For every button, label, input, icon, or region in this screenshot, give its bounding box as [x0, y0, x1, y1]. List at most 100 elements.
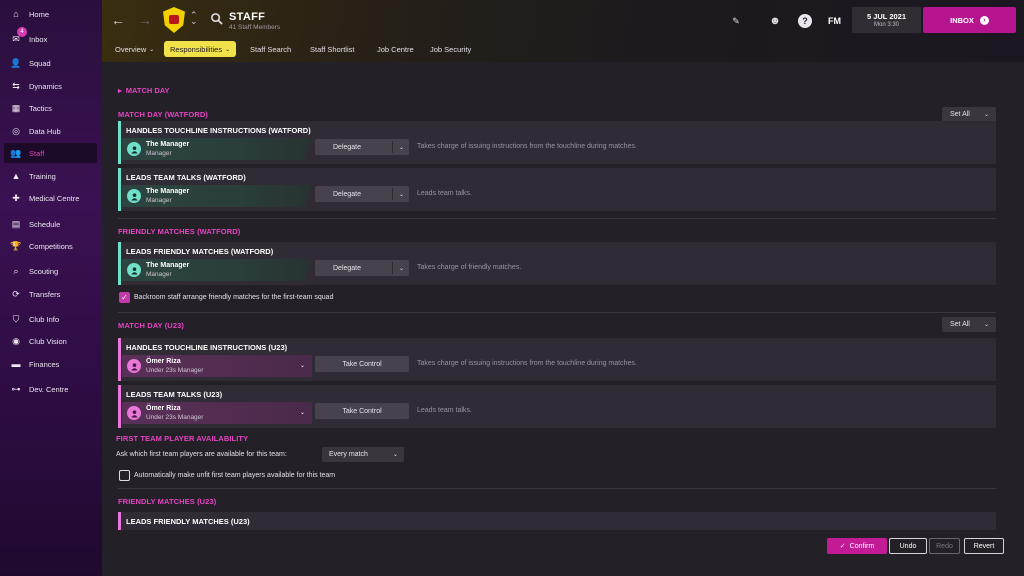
nav-item-dev-centre[interactable]: ⊶ Dev. Centre	[4, 379, 97, 399]
redo-button[interactable]: Redo	[929, 538, 960, 554]
arrow-right-icon: ›	[979, 15, 989, 25]
dropdown-label: Delegate	[333, 264, 362, 272]
squad-icon: 👤	[10, 57, 22, 68]
page-subtitle: 41 Staff Members	[229, 24, 281, 31]
nav-item-schedule[interactable]: ▤ Schedule	[4, 214, 97, 234]
tab-staff-shortlist[interactable]: Staff Shortlist	[308, 41, 356, 57]
assigned-staff[interactable]: The Manager Manager	[122, 138, 312, 160]
card-friendly-u23: LEADS FRIENDLY MATCHES (U23)	[118, 512, 996, 530]
date-main: 5 JUL 2021	[866, 12, 907, 21]
card-accent	[118, 242, 121, 285]
card-accent	[118, 512, 121, 530]
tab-responsibilities[interactable]: Responsibilities ⌄	[164, 41, 237, 57]
nav-item-scouting[interactable]: ⌕ Scouting	[4, 261, 97, 281]
search-icon[interactable]	[210, 12, 223, 25]
match-day-heading[interactable]: ▸ MATCH DAY	[118, 86, 170, 95]
divider	[392, 262, 393, 274]
nav-label: Staff	[29, 148, 45, 158]
section-friendly-watford: FRIENDLY MATCHES (WATFORD)	[118, 227, 241, 236]
nav-item-training[interactable]: ▲ Training	[4, 166, 97, 186]
tab-job-centre[interactable]: Job Centre	[375, 41, 416, 57]
scroll-area[interactable]: ▸ MATCH DAY MATCH DAY (WATFORD) Set All ⌄…	[110, 70, 1008, 530]
assigned-staff-dropdown[interactable]: Ömer Riza Under 23s Manager ⌄	[122, 355, 312, 377]
heading-label: MATCH DAY	[125, 86, 170, 95]
club-vision-icon: ◉	[12, 335, 20, 346]
nav-label: Transfers	[29, 289, 61, 299]
schedule-icon: ▤	[11, 218, 21, 229]
tab-label: Job Centre	[377, 44, 414, 54]
nav-item-transfers[interactable]: ⟳ Transfers	[4, 284, 97, 304]
tab-job-security[interactable]: Job Security	[428, 41, 473, 57]
delegate-dropdown[interactable]: Delegate ⌄	[315, 186, 409, 202]
card-description: Leads team talks.	[417, 407, 472, 414]
help-icon[interactable]: ?	[798, 14, 812, 28]
card-description: Takes charge of issuing instructions fro…	[417, 360, 637, 367]
card-title: HANDLES TOUCHLINE INSTRUCTIONS (WATFORD)	[126, 126, 311, 135]
auto-unfit-checkbox[interactable]	[119, 470, 130, 481]
nav-item-home[interactable]: ⌂ Home	[4, 4, 97, 24]
date-display[interactable]: 5 JUL 2021 Mon 3:30	[852, 7, 921, 33]
tab-label: Staff Search	[250, 44, 292, 54]
assigned-staff[interactable]: The Manager Manager	[122, 259, 312, 281]
take-control-button[interactable]: Take Control	[315, 403, 409, 419]
nav-item-club-info[interactable]: ⛉ Club Info	[4, 309, 97, 329]
manager-face-icon[interactable]: ☻	[768, 14, 782, 28]
auto-unfit-label: Automatically make unfit first team play…	[134, 472, 336, 479]
availability-dropdown[interactable]: Every match ⌄	[322, 447, 404, 462]
club-switch-icon[interactable]: ⌃ ⌄	[190, 11, 198, 26]
nav-item-competitions[interactable]: 🏆 Competitions	[4, 236, 97, 256]
nav-item-club-vision[interactable]: ◉ Club Vision	[4, 331, 97, 351]
divider	[118, 488, 996, 489]
scouting-icon: ⌕	[13, 265, 19, 276]
transfers-icon: ⟳	[12, 288, 20, 299]
club-crest-icon[interactable]	[163, 7, 185, 33]
nav-item-staff[interactable]: 👥 Staff	[4, 143, 97, 163]
backroom-friendlies-checkbox[interactable]: ✓	[119, 292, 130, 303]
nav-item-tactics[interactable]: ▦ Tactics	[4, 98, 97, 118]
tab-staff-search[interactable]: Staff Search	[248, 41, 293, 57]
staff-role: Manager	[146, 197, 172, 204]
take-control-button[interactable]: Take Control	[315, 356, 409, 372]
card-touchline-u23: HANDLES TOUCHLINE INSTRUCTIONS (U23) Öme…	[118, 338, 996, 381]
dropdown-label: Delegate	[333, 143, 362, 151]
dropdown-label: Every match	[329, 451, 368, 458]
nav-item-data-hub[interactable]: ◎ Data Hub	[4, 121, 97, 141]
staff-name: The Manager	[146, 262, 190, 269]
section-match-day-u23: MATCH DAY (U23)	[118, 321, 184, 330]
header: ← → ⌃ ⌄ STAFF 41 Staff Members ✎ ☻ ? FM 5…	[102, 0, 1024, 62]
dev-centre-icon: ⊶	[11, 383, 21, 394]
nav-item-dynamics[interactable]: ⇆ Dynamics	[4, 76, 97, 96]
inbox-continue-button[interactable]: INBOX ›	[923, 7, 1016, 33]
tab-overview[interactable]: Overview ⌄	[113, 41, 156, 57]
back-arrow-icon[interactable]: ←	[111, 12, 125, 28]
undo-button[interactable]: Undo	[889, 538, 927, 554]
check-icon: ✓	[839, 543, 846, 550]
confirm-button[interactable]: ✓ Confirm	[827, 538, 887, 554]
nav-item-finances[interactable]: ▬ Finances	[4, 354, 97, 374]
set-all-watford-button[interactable]: Set All ⌄	[942, 107, 996, 122]
assigned-staff[interactable]: The Manager Manager	[122, 185, 312, 207]
card-friendly-watford: LEADS FRIENDLY MATCHES (WATFORD) The Man…	[118, 242, 996, 285]
fm-logo[interactable]: FM	[828, 16, 841, 26]
nav-label: Dynamics	[29, 81, 62, 91]
forward-arrow-icon[interactable]: →	[138, 12, 152, 28]
nav-item-medical-centre[interactable]: ✚ Medical Centre	[4, 188, 97, 208]
assigned-staff-dropdown[interactable]: Ömer Riza Under 23s Manager ⌄	[122, 402, 312, 424]
delegate-dropdown[interactable]: Delegate ⌄	[315, 260, 409, 276]
nav-label: Squad	[29, 58, 51, 68]
section-match-day-watford: MATCH DAY (WATFORD)	[118, 110, 208, 119]
person-icon	[127, 263, 141, 277]
card-touchline-watford: HANDLES TOUCHLINE INSTRUCTIONS (WATFORD)…	[118, 121, 996, 164]
nav-item-inbox[interactable]: ✉ 4 Inbox	[4, 27, 97, 49]
edit-icon[interactable]: ✎	[729, 14, 743, 28]
tab-label: Responsibilities	[170, 44, 223, 54]
nav-item-squad[interactable]: 👤 Squad	[4, 53, 97, 73]
divider	[392, 141, 393, 153]
tactics-icon: ▦	[11, 102, 21, 113]
date-time: Mon 3:30	[873, 22, 900, 28]
delegate-dropdown[interactable]: Delegate ⌄	[315, 139, 409, 155]
set-all-u23-button[interactable]: Set All ⌄	[942, 317, 996, 332]
home-icon: ⌂	[13, 9, 19, 19]
chevron-down-icon: ⌄	[398, 191, 404, 198]
revert-button[interactable]: Revert	[964, 538, 1004, 554]
